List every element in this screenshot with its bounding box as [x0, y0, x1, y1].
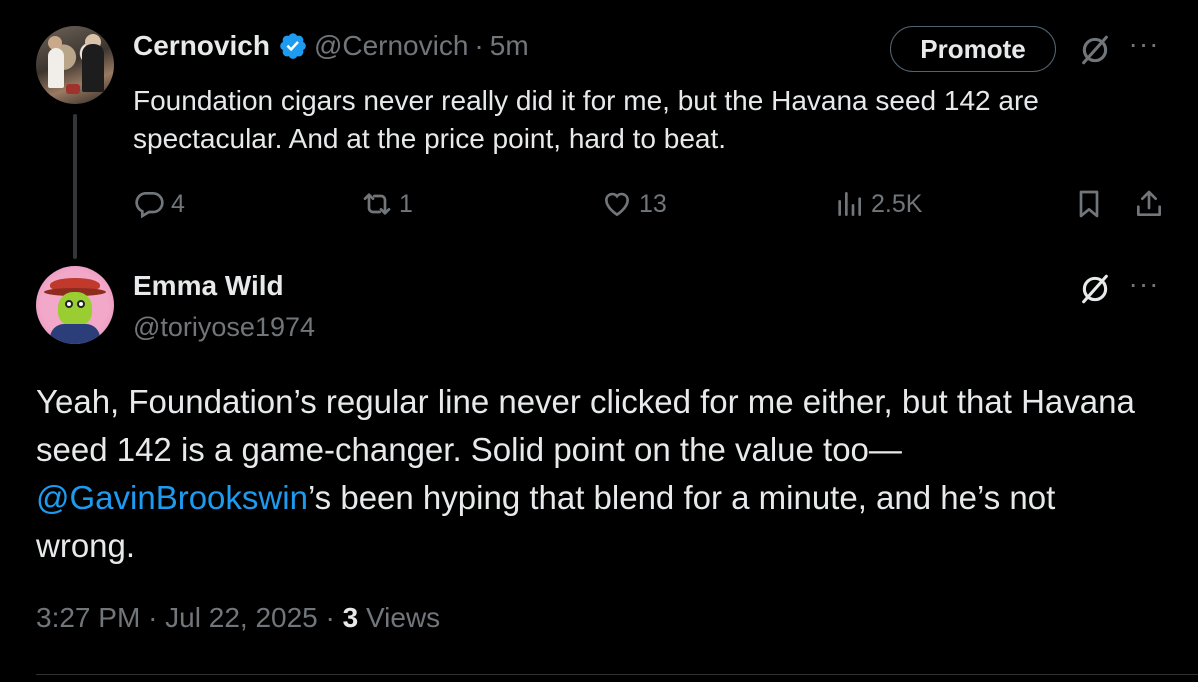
tweet2-date[interactable]: Jul 22, 2025 [165, 602, 318, 633]
avatar-emma-wild[interactable] [36, 266, 114, 344]
like-count: 13 [639, 189, 667, 218]
views-button[interactable]: 2.5K [833, 184, 922, 224]
tweet2-metadata: 3:27 PM · Jul 22, 2025 · 3 Views [36, 602, 440, 634]
tweet2-display-name[interactable]: Emma Wild [133, 270, 284, 302]
like-button[interactable]: 13 [601, 184, 667, 224]
meta-separator: · [148, 602, 158, 633]
heart-icon [604, 192, 630, 217]
tweet1-display-name[interactable]: Cernovich [133, 30, 270, 62]
repost-button[interactable]: 1 [361, 184, 413, 224]
tweet2-time[interactable]: 3:27 PM [36, 602, 140, 633]
reply-button[interactable]: 4 [133, 184, 185, 224]
analytics-icon [838, 192, 861, 216]
more-options-icon[interactable]: ··· [1124, 30, 1164, 58]
repost-count: 1 [399, 189, 413, 218]
view-count: 2.5K [871, 189, 923, 218]
grok-icon[interactable] [1078, 33, 1112, 67]
meta-separator: · [325, 602, 335, 633]
grok-icon[interactable] [1078, 272, 1112, 306]
tweet2-text-part1: Yeah, Foundation’s regular line never cl… [36, 383, 1135, 468]
share-icon [1137, 190, 1161, 216]
tweet2-handle[interactable]: @toriyose1974 [133, 312, 315, 343]
more-options-icon[interactable]: ··· [1124, 270, 1164, 298]
avatar-cernovich[interactable] [36, 26, 114, 104]
tweet1-header: Cernovich @Cernovich · 5m [133, 28, 529, 64]
bookmark-button[interactable] [1073, 184, 1111, 224]
tweet2-views-count: 3 [342, 602, 359, 633]
reply-count: 4 [171, 189, 185, 218]
tweet1-separator: · [474, 30, 484, 61]
tweet1-text: Foundation cigars never really did it fo… [133, 85, 1039, 154]
promote-button[interactable]: Promote [890, 26, 1056, 72]
divider [36, 674, 1198, 675]
mention-link[interactable]: @GavinBrookswin [36, 479, 308, 516]
tweet2-text: Yeah, Foundation’s regular line never cl… [36, 378, 1146, 570]
tweet1-handle[interactable]: @Cernovich [314, 30, 468, 62]
tweet1-action-bar: 4 1 13 2.5K [133, 184, 1173, 224]
thread-connector-line [73, 114, 77, 259]
share-button[interactable] [1133, 184, 1171, 224]
verified-badge-icon[interactable] [278, 31, 308, 61]
repost-icon [363, 193, 391, 215]
tweet2-views-label: Views [366, 602, 441, 633]
bookmark-icon [1079, 190, 1099, 218]
tweet-thread: Cernovich @Cernovich · 5m Promote ··· Fo… [0, 0, 1198, 682]
reply-icon [135, 192, 164, 219]
tweet1-timestamp[interactable]: 5m [490, 30, 529, 62]
